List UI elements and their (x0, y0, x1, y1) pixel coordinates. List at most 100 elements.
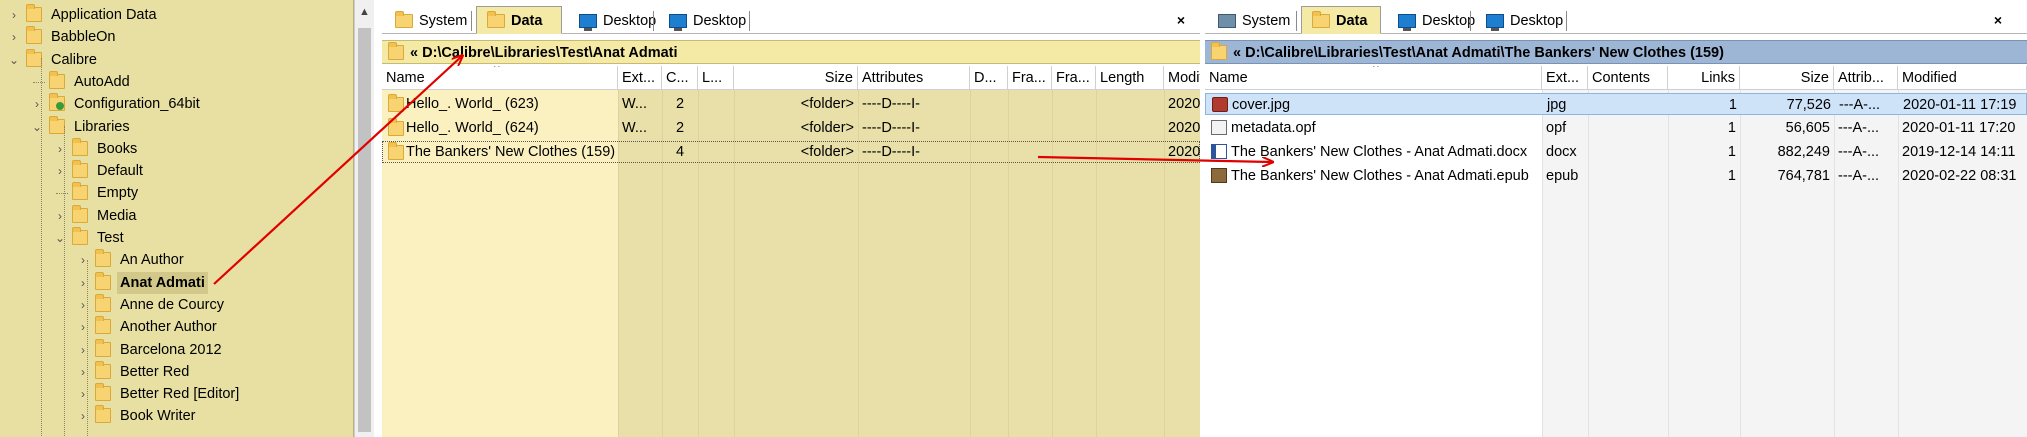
tab-separator (1296, 11, 1297, 31)
cell-size: 882,249 (1777, 144, 1830, 160)
cell-modified: 2020-01-11 17:20 (1902, 120, 2016, 136)
column-header-links[interactable]: Links (1668, 66, 1740, 90)
folder-icon (95, 293, 111, 312)
cell-name: cover.jpg (1232, 97, 1291, 113)
right-path-bar[interactable]: « D:\Calibre\Libraries\Test\Anat Admati\… (1205, 40, 2027, 64)
cell-attrib: ---A-... (1838, 120, 1880, 136)
tree-item-autoadd[interactable]: AutoAdd (0, 70, 350, 93)
cell-size: <folder> (800, 96, 854, 112)
table-row[interactable]: The Bankers' New Clothes - Anat Admati.e… (1205, 165, 2027, 187)
sort-ascending-icon: ^ (1373, 66, 1379, 74)
right-tab-data[interactable]: Data (1301, 6, 1381, 34)
column-header-attributes[interactable]: Attributes (858, 66, 970, 90)
cell-ext: opf (1546, 120, 1567, 136)
column-header-ext[interactable]: Ext... (1542, 66, 1588, 90)
tree-scrollbar[interactable]: ▲ (354, 0, 374, 437)
scroll-up-icon[interactable]: ▲ (359, 6, 370, 18)
monitor-icon (1486, 14, 1504, 31)
right-tab-desktop[interactable]: Desktop (1387, 6, 1475, 34)
chevron-down-icon[interactable]: ⌄ (8, 49, 20, 71)
tree-item-label: Anat Admati (117, 271, 208, 294)
folder-icon (1312, 11, 1330, 28)
tree-item-calibre[interactable]: ⌄ Calibre (0, 48, 350, 71)
tree-item-application-data[interactable]: › Application Data (0, 4, 350, 26)
tree-item-another-author[interactable]: › Another Author (0, 316, 350, 338)
tree-item-label: Calibre (51, 51, 97, 68)
cell-ext: docx (1546, 144, 1577, 160)
column-header-attrib[interactable]: Attrib... (1834, 66, 1898, 90)
tree-item-configuration-64bit[interactable]: › Configuration_64bit (0, 93, 350, 115)
column-header-name[interactable]: Name (382, 66, 618, 90)
table-row[interactable]: metadata.opf opf 1 56,605 ---A-... 2020-01-11… (1205, 117, 2027, 139)
tree-item-babbleon[interactable]: › BabbleOn (0, 26, 350, 48)
epub-file-icon (1211, 168, 1227, 183)
tree-item-default[interactable]: › Default (0, 160, 350, 182)
computer-icon (1218, 14, 1236, 28)
right-close-icon[interactable]: × (1990, 12, 2006, 28)
cell-links: 1 (1727, 120, 1736, 136)
cell-c: 4 (675, 144, 685, 160)
tree-item-better-red[interactable]: › Better Red (0, 360, 350, 383)
folder-icon (26, 26, 42, 45)
cell-modified: 2020-01- (1168, 120, 1200, 136)
left-tab-desktop[interactable]: Desktop (568, 6, 656, 34)
table-row[interactable]: cover.jpg jpg 1 77,526 ---A-... 2020-01-11 17… (1205, 93, 2027, 115)
right-tab-desktop-2[interactable]: Desktop (1475, 6, 1567, 34)
folder-icon (95, 271, 111, 290)
left-tab-data[interactable]: Data (476, 6, 562, 34)
left-path-bar[interactable]: « D:\Calibre\Libraries\Test\Anat Admati (382, 40, 1200, 64)
left-tab-desktop-2[interactable]: Desktop (658, 6, 750, 34)
left-close-icon[interactable]: × (1173, 12, 1189, 28)
tree-item-an-author[interactable]: › An Author (0, 249, 350, 271)
tree-item-libraries[interactable]: ⌄ Libraries (0, 115, 350, 138)
tree-item-anne-de-courcy[interactable]: › Anne de Courcy (0, 293, 350, 316)
table-row[interactable]: Hello_. World_ (624) W... 2 <folder> ----D--… (382, 117, 1200, 139)
column-header-size[interactable]: Size (1740, 66, 1834, 90)
folder-icon (72, 227, 88, 245)
column-header-d[interactable]: D... (970, 66, 1008, 90)
column-header-fra[interactable]: Fra... (1008, 66, 1052, 90)
tree-item-barcelona-2012[interactable]: › Barcelona 2012 (0, 338, 350, 361)
cell-ext (618, 141, 662, 163)
chevron-right-icon[interactable]: › (8, 26, 20, 48)
image-icon (1212, 97, 1228, 112)
column-header-c[interactable]: C... (662, 66, 698, 90)
tree-connector (56, 193, 68, 195)
column-header-fra[interactable]: Fra... (1052, 66, 1096, 90)
tab-label: Desktop (603, 13, 657, 29)
folder-icon (487, 11, 505, 28)
left-file-list[interactable]: Name Ext... C... L... Size Attributes D... Fra.… (382, 66, 1200, 437)
left-tab-system[interactable]: System (384, 6, 472, 34)
tree-item-label: Configuration_64bit (74, 96, 200, 113)
table-row[interactable]: The Bankers' New Clothes - Anat Admati.d… (1205, 141, 2027, 163)
chevron-right-icon[interactable]: › (8, 4, 20, 26)
scrollbar-thumb[interactable] (358, 28, 371, 432)
table-row[interactable]: Hello_. World_ (623) W... 2 <folder> ----D--… (382, 93, 1200, 115)
column-header-l[interactable]: L... (698, 66, 734, 90)
tree-item-better-red-editor[interactable]: › Better Red [Editor] (0, 383, 350, 405)
tree-item-label: Application Data (51, 7, 157, 23)
right-file-list[interactable]: Name Ext... Contents Links Size Attrib... Modi… (1205, 66, 2027, 437)
column-header-length[interactable]: Length (1096, 66, 1164, 90)
tree-item-book-writer[interactable]: › Book Writer (0, 405, 350, 427)
tree-item-test[interactable]: ⌄ Test (0, 227, 350, 249)
column-header-contents[interactable]: Contents (1588, 66, 1668, 90)
tree-item-anat-admati[interactable]: › Anat Admati (0, 271, 350, 294)
tree-item-label: Better Red [Editor] (120, 386, 240, 403)
column-header-modified[interactable]: Modified (1164, 66, 1200, 90)
left-path-text: « D:\Calibre\Libraries\Test\Anat Admati (410, 45, 678, 61)
cell-c: 2 (675, 96, 685, 112)
column-header-modified[interactable]: Modified (1898, 66, 2027, 90)
tree-item-media[interactable]: › Media (0, 204, 350, 227)
column-header-ext[interactable]: Ext... (618, 66, 662, 90)
cell-size: 764,781 (1777, 168, 1830, 184)
column-header-size[interactable]: Size (734, 66, 858, 90)
folder-icon (95, 383, 111, 402)
tree-item-books[interactable]: › Books (0, 137, 350, 160)
right-tab-system[interactable]: System (1207, 6, 1297, 34)
tree-item-empty[interactable]: Empty (0, 182, 350, 204)
table-row[interactable]: The Bankers' New Clothes (159) 4 <folder> -… (382, 141, 1200, 163)
folder-icon (72, 137, 88, 156)
folder-tree[interactable]: › Application Data › BabbleOn ⌄ Calibre AutoAd… (0, 0, 354, 437)
folder-icon (26, 48, 42, 67)
